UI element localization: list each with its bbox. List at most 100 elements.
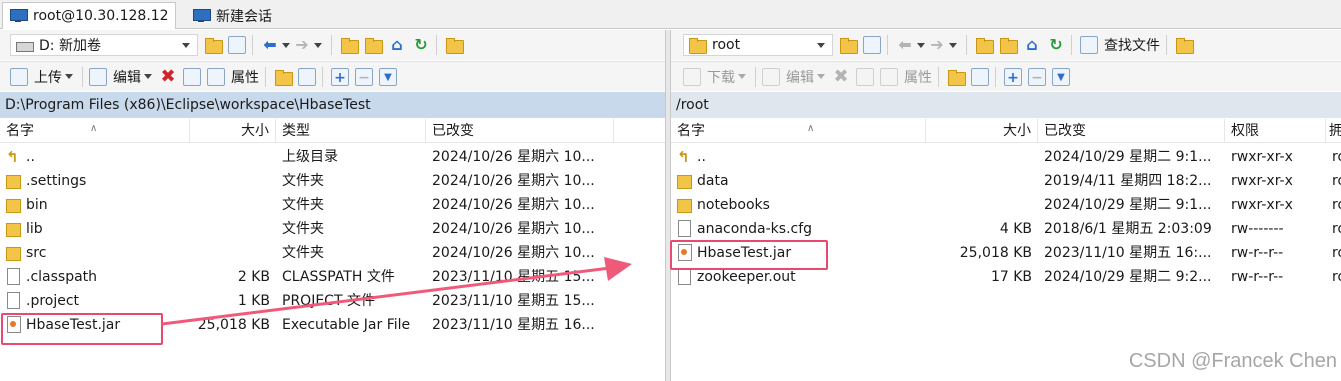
cell-type: 上级目录: [276, 145, 426, 169]
edit-icon: [89, 67, 107, 86]
new-file-icon[interactable]: [298, 67, 316, 86]
modified-text: 2019/4/11 星期四 18:2...: [1044, 173, 1212, 189]
tab-root-session[interactable]: root@10.30.128.12: [2, 2, 176, 29]
folder-icon: [6, 172, 21, 189]
col-type[interactable]: 类型: [276, 119, 426, 143]
edit-button[interactable]: 编辑: [89, 65, 155, 89]
col-name-label: 名字: [6, 123, 34, 139]
root-dir-icon[interactable]: [364, 36, 383, 54]
find-files-button[interactable]: 查找文件: [1080, 33, 1160, 57]
refresh-icon[interactable]: ↻: [1047, 36, 1065, 54]
local-path[interactable]: D:\Program Files (x86)\Eclipse\workspace…: [0, 92, 665, 118]
chevron-down-icon[interactable]: [282, 42, 290, 48]
table-row[interactable]: .. 2024/10/29 星期二 9:1... rwxr-xr-x ro: [671, 145, 1341, 169]
cell-size: [926, 193, 1038, 217]
type-text: 文件夹: [282, 221, 324, 237]
new-folder-icon[interactable]: [947, 68, 966, 86]
divider: [1071, 35, 1072, 55]
cell-perms: rw-r--r--: [1225, 241, 1326, 265]
table-row[interactable]: notebooks 2024/10/29 星期二 9:1... rwxr-xr-x r…: [671, 193, 1341, 217]
table-row[interactable]: anaconda-ks.cfg 4 KB 2018/6/1 星期五 2:03:09 r…: [671, 217, 1341, 241]
col-modified[interactable]: 已改变: [1038, 119, 1225, 143]
local-file-list: .. 上级目录 2024/10/26 星期六 10... .settings 文件夹 20…: [0, 145, 665, 337]
cell-modified: 2023/11/10 星期五 16:...: [1038, 241, 1225, 265]
col-owner[interactable]: 拥: [1326, 119, 1341, 143]
cell-modified: 2024/10/26 星期六 10...: [426, 169, 614, 193]
rename-icon[interactable]: [183, 67, 201, 86]
chevron-down-icon[interactable]: [314, 42, 322, 48]
divider: [1166, 35, 1167, 55]
filter-icon[interactable]: [863, 36, 881, 54]
col-modified[interactable]: 已改变: [426, 119, 614, 143]
open-folder-icon[interactable]: [204, 36, 223, 54]
table-row[interactable]: bin 文件夹 2024/10/26 星期六 10...: [0, 193, 665, 217]
col-name[interactable]: 名字 ∧: [671, 119, 926, 143]
cell-name: notebooks: [671, 193, 926, 217]
cell-name: src: [0, 241, 190, 265]
folder-icon: [6, 244, 21, 261]
cell-modified: 2024/10/26 星期六 10...: [426, 217, 614, 241]
tree-view-icon[interactable]: [1175, 36, 1194, 54]
parent-dir-icon[interactable]: [975, 36, 994, 54]
back-arrow-icon[interactable]: ⬅: [896, 36, 914, 54]
delete-icon[interactable]: ✖: [832, 67, 850, 86]
col-size[interactable]: 大小: [190, 119, 276, 143]
cell-owner: ro: [1326, 217, 1341, 241]
forward-arrow-icon[interactable]: ➔: [293, 36, 311, 54]
new-file-icon[interactable]: [971, 67, 989, 86]
expand-icon[interactable]: +: [1004, 67, 1022, 86]
refresh-icon[interactable]: ↻: [412, 36, 430, 54]
divider: [265, 66, 266, 87]
remote-folder-select[interactable]: root: [683, 34, 833, 56]
back-arrow-icon[interactable]: ⬅: [261, 36, 279, 54]
table-row[interactable]: .settings 文件夹 2024/10/26 星期六 10...: [0, 169, 665, 193]
cell-modified: 2024/10/29 星期二 9:1...: [1038, 145, 1225, 169]
table-row[interactable]: .. 上级目录 2024/10/26 星期六 10...: [0, 145, 665, 169]
filter-toggle-icon[interactable]: ▼: [379, 67, 397, 86]
col-name-label: 名字: [677, 123, 705, 139]
new-folder-icon[interactable]: [274, 68, 293, 86]
col-name[interactable]: 名字 ∧: [0, 119, 190, 143]
divider: [252, 35, 253, 55]
remote-path[interactable]: /root: [671, 92, 1341, 118]
root-dir-icon[interactable]: [999, 36, 1018, 54]
rename-icon[interactable]: [856, 67, 874, 86]
cell-size: [190, 193, 276, 217]
home-icon[interactable]: ⌂: [1023, 36, 1041, 54]
find-icon: [1080, 36, 1098, 54]
expand-icon[interactable]: +: [331, 67, 349, 86]
properties-label: 属性: [231, 69, 259, 86]
edit-button[interactable]: 编辑: [762, 65, 828, 89]
modified-text: 2024/10/29 星期二 9:2...: [1044, 269, 1212, 285]
filter-toggle-icon[interactable]: ▼: [1052, 67, 1070, 86]
table-row[interactable]: .classpath 2 KB CLASSPATH 文件 2023/11/10 星期五…: [0, 265, 665, 289]
chevron-down-icon[interactable]: [917, 42, 925, 48]
properties-button[interactable]: 属性: [207, 65, 259, 89]
cell-name: .classpath: [0, 265, 190, 289]
name-text: src: [26, 245, 47, 261]
table-row[interactable]: .project 1 KB PROJECT 文件 2023/11/10 星期五 15.…: [0, 289, 665, 313]
properties-button[interactable]: 属性: [880, 65, 932, 89]
tree-view-icon[interactable]: [445, 36, 464, 54]
cell-name: .project: [0, 289, 190, 313]
download-button[interactable]: 下载: [683, 65, 749, 89]
open-folder-icon[interactable]: [839, 36, 858, 54]
delete-icon[interactable]: ✖: [159, 67, 177, 86]
upload-button[interactable]: 上传: [10, 65, 76, 89]
table-row[interactable]: src 文件夹 2024/10/26 星期六 10...: [0, 241, 665, 265]
drive-select[interactable]: D: 新加卷: [10, 34, 198, 56]
cell-size: 17 KB: [926, 265, 1038, 289]
cell-size: 1 KB: [190, 289, 276, 313]
forward-arrow-icon[interactable]: ➔: [928, 36, 946, 54]
filter-icon[interactable]: [228, 36, 246, 54]
home-icon[interactable]: ⌂: [388, 36, 406, 54]
col-permissions[interactable]: 权限: [1225, 119, 1326, 143]
parent-dir-icon[interactable]: [340, 36, 359, 54]
collapse-icon[interactable]: −: [1028, 67, 1046, 86]
collapse-icon[interactable]: −: [355, 67, 373, 86]
table-row[interactable]: lib 文件夹 2024/10/26 星期六 10...: [0, 217, 665, 241]
tab-new-session[interactable]: 新建会话: [186, 2, 278, 29]
chevron-down-icon[interactable]: [949, 42, 957, 48]
col-size[interactable]: 大小: [926, 119, 1038, 143]
table-row[interactable]: data 2019/4/11 星期四 18:2... rwxr-xr-x ro: [671, 169, 1341, 193]
